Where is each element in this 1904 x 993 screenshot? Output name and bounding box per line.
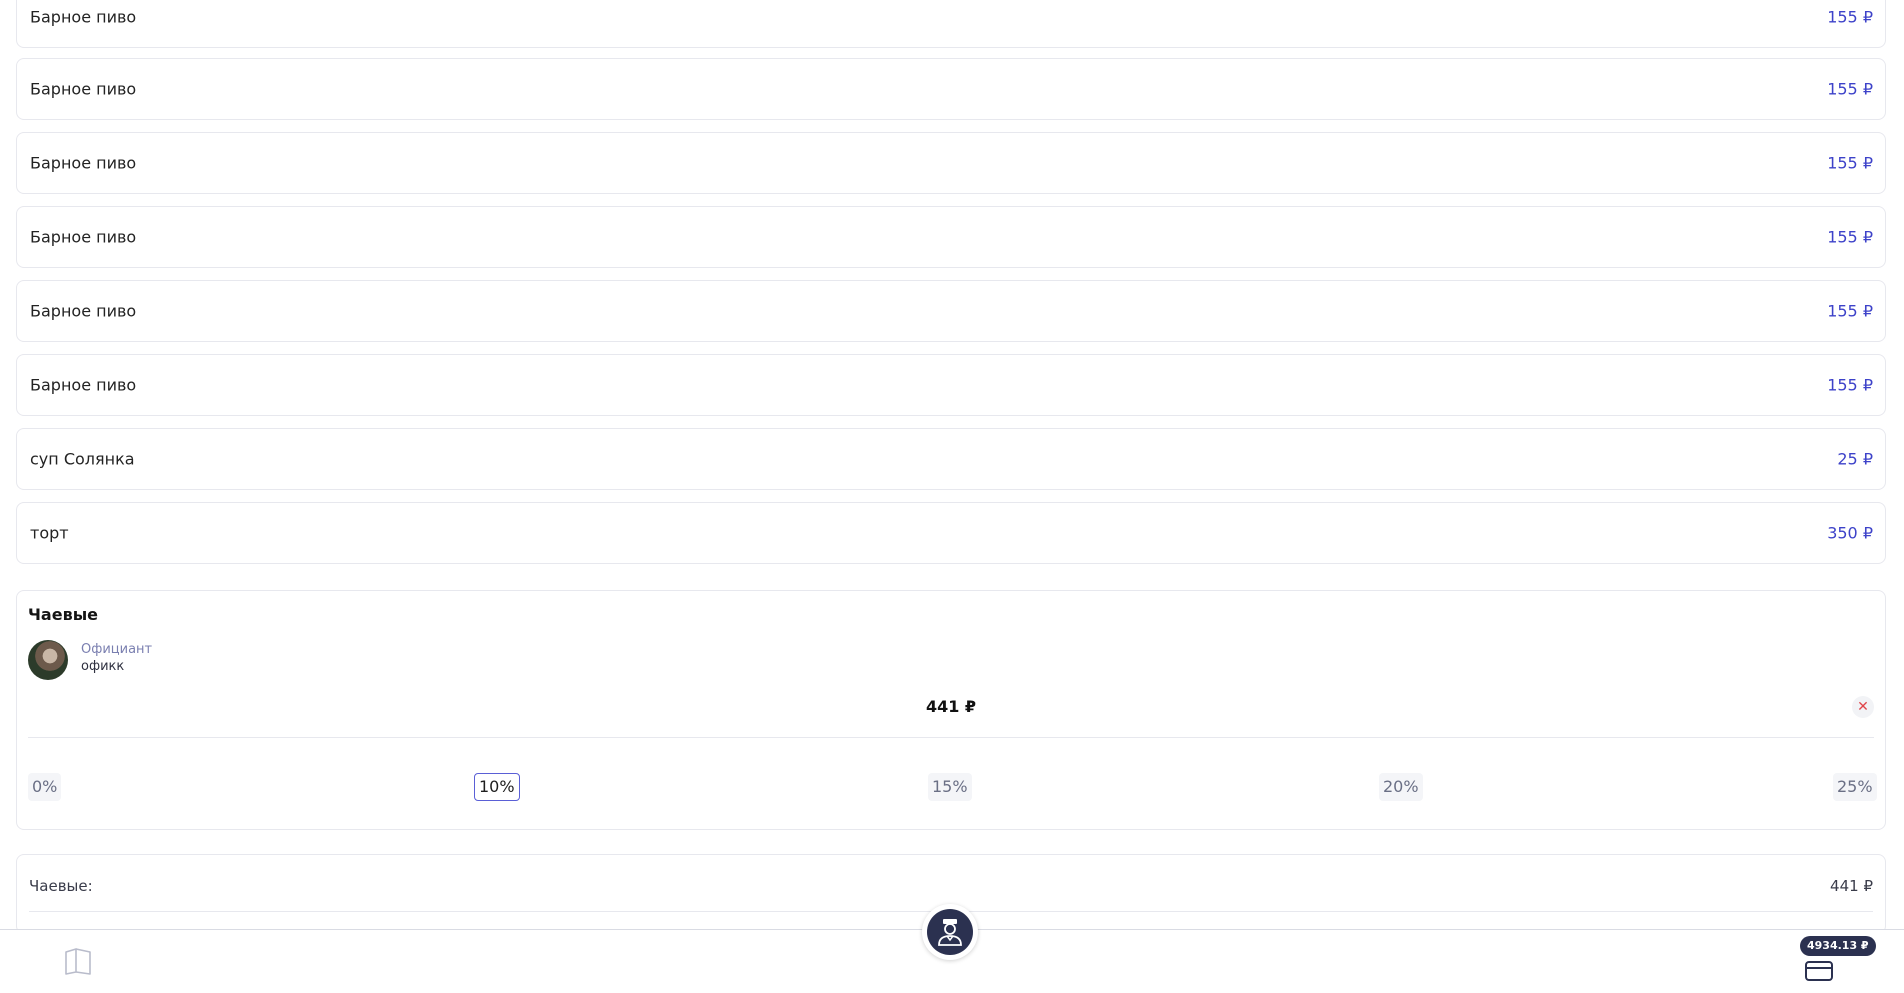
item-price: 155 ₽: [1827, 301, 1873, 321]
order-item[interactable]: Барное пиво 155 ₽: [16, 132, 1886, 194]
tip-option-25[interactable]: 25%: [1833, 773, 1877, 801]
waiter-icon: [938, 919, 962, 946]
card-icon: [1805, 961, 1833, 981]
menu-book-icon: [65, 948, 91, 975]
close-icon: ✕: [1857, 699, 1869, 715]
item-name: Барное пиво: [30, 375, 137, 395]
clear-tip-button[interactable]: ✕: [1852, 696, 1874, 718]
order-item[interactable]: суп Солянка 25 ₽: [16, 428, 1886, 490]
tip-option-10[interactable]: 10%: [474, 773, 520, 801]
order-item[interactable]: Барное пиво 155 ₽: [16, 58, 1886, 120]
order-item[interactable]: Барное пиво 155 ₽: [16, 280, 1886, 342]
menu-button[interactable]: [62, 945, 94, 977]
tip-option-20[interactable]: 20%: [1379, 773, 1423, 801]
item-name: Барное пиво: [30, 7, 137, 27]
bottom-nav-bar: 4934.13 ₽: [0, 904, 1904, 993]
pay-button[interactable]: 4934.13 ₽: [1800, 936, 1876, 986]
item-price: 155 ₽: [1827, 153, 1873, 173]
item-price: 25 ₽: [1837, 449, 1873, 469]
item-name: торт: [30, 523, 69, 543]
tips-card: Чаевые Официант офикк 441 ₽ ✕ 0% 10% 15%…: [16, 590, 1886, 830]
item-price: 155 ₽: [1827, 79, 1873, 99]
waiter-role: Официант: [81, 642, 153, 657]
item-name: Барное пиво: [30, 153, 137, 173]
waiter-avatar: [28, 640, 68, 680]
call-waiter-button[interactable]: [922, 904, 978, 960]
tip-option-0[interactable]: 0%: [28, 773, 62, 801]
item-price: 350 ₽: [1827, 523, 1873, 543]
tips-title: Чаевые: [28, 605, 99, 624]
order-item[interactable]: Барное пиво 155 ₽: [16, 0, 1886, 48]
item-price: 155 ₽: [1827, 375, 1873, 395]
item-name: Барное пиво: [30, 79, 137, 99]
total-badge: 4934.13 ₽: [1800, 936, 1876, 956]
item-price: 155 ₽: [1827, 227, 1873, 247]
order-item[interactable]: Барное пиво 155 ₽: [16, 354, 1886, 416]
order-item[interactable]: Барное пиво 155 ₽: [16, 206, 1886, 268]
summary-tips-value: 441 ₽: [1830, 877, 1873, 895]
summary-tips-label: Чаевые:: [29, 877, 93, 895]
item-name: суп Солянка: [30, 449, 135, 469]
waiter-name: офикк: [81, 659, 125, 674]
item-price: 155 ₽: [1827, 7, 1873, 27]
order-item[interactable]: торт 350 ₽: [16, 502, 1886, 564]
tip-option-15[interactable]: 15%: [928, 773, 972, 801]
item-name: Барное пиво: [30, 227, 137, 247]
item-name: Барное пиво: [30, 301, 137, 321]
tip-amount: 441 ₽: [925, 697, 977, 716]
divider: [28, 737, 1874, 738]
